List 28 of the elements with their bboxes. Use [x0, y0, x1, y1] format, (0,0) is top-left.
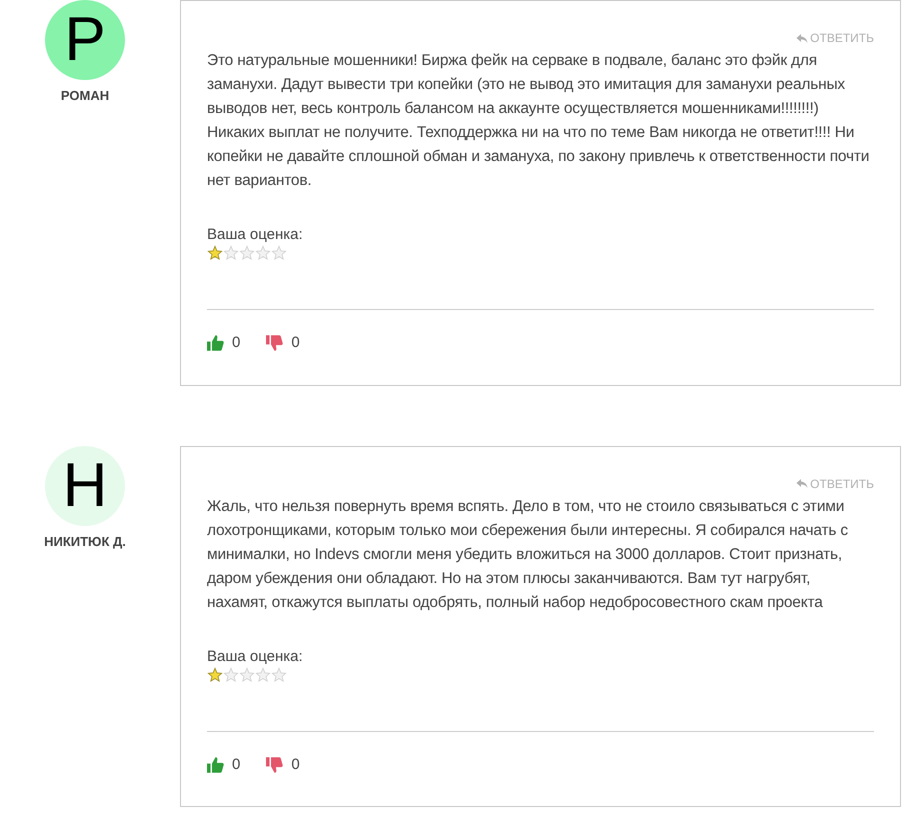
author-name: РОМАН: [60, 87, 110, 105]
reply-icon: [796, 32, 808, 44]
author-name: НИКИТЮК Д.: [44, 532, 126, 551]
dislike-button[interactable]: 0: [266, 332, 300, 354]
star-icon: [207, 245, 223, 261]
star-icon: [239, 245, 255, 261]
star-icon: [207, 666, 223, 682]
star-icon: [271, 666, 287, 682]
rating-label: Ваша оценка:: [207, 225, 304, 245]
thumbs-up-icon: [207, 756, 224, 773]
thumbs-down-icon: [266, 756, 284, 773]
dislike-button[interactable]: 0: [266, 754, 300, 776]
thumbs-up-icon: [207, 335, 224, 352]
star-icon: [271, 245, 287, 261]
thumbs-down-icon: [266, 335, 284, 352]
reply-icon: [796, 478, 808, 489]
star-icon: [239, 666, 255, 682]
like-button[interactable]: 0: [207, 754, 240, 776]
comment-text: Это натуральные мошенники! Биржа фейк на серваке в подвале, баланс это фэйк для заманухи. Дадут вывести три копейки (это не вывод это имитация для заманухи реальных выводов нет, весь контроль балансом на аккаунте осуществляется мошенниками!!!!!!!!) Никаких выплат не получите. Техподдержка ни на что по теме Вам никогда не ответит!!!! Ни копейки не давайте сплошной обман и замануха, по закону привлечь к ответственности почти нет вариантов.: [207, 51, 870, 191]
star-icon: [255, 245, 271, 261]
like-button[interactable]: 0: [207, 332, 240, 354]
star-icon: [223, 666, 239, 682]
avatar: Н: [45, 446, 125, 526]
comment-text: Жаль, что нельзя повернуть время вспять. Дело в том, что не стоило связываться с этими лохотронщиками, которым только мои сбережения были интересны. Я собирался начать с минималки, но Indevs смогли меня убедить вложиться на 3000 долларов. Стоит признать, даром убеждения они обладают. Но на этом плюсы заканчиваются. Вам тут нагрубят, нахамят, откажутся выплаты одобрять, полный набор недобросовестного скам проекта: [207, 496, 849, 612]
avatar: Р: [45, 0, 125, 80]
star-icon: [223, 245, 239, 261]
rating-label: Ваша оценка:: [207, 646, 304, 666]
star-icon: [255, 666, 271, 682]
